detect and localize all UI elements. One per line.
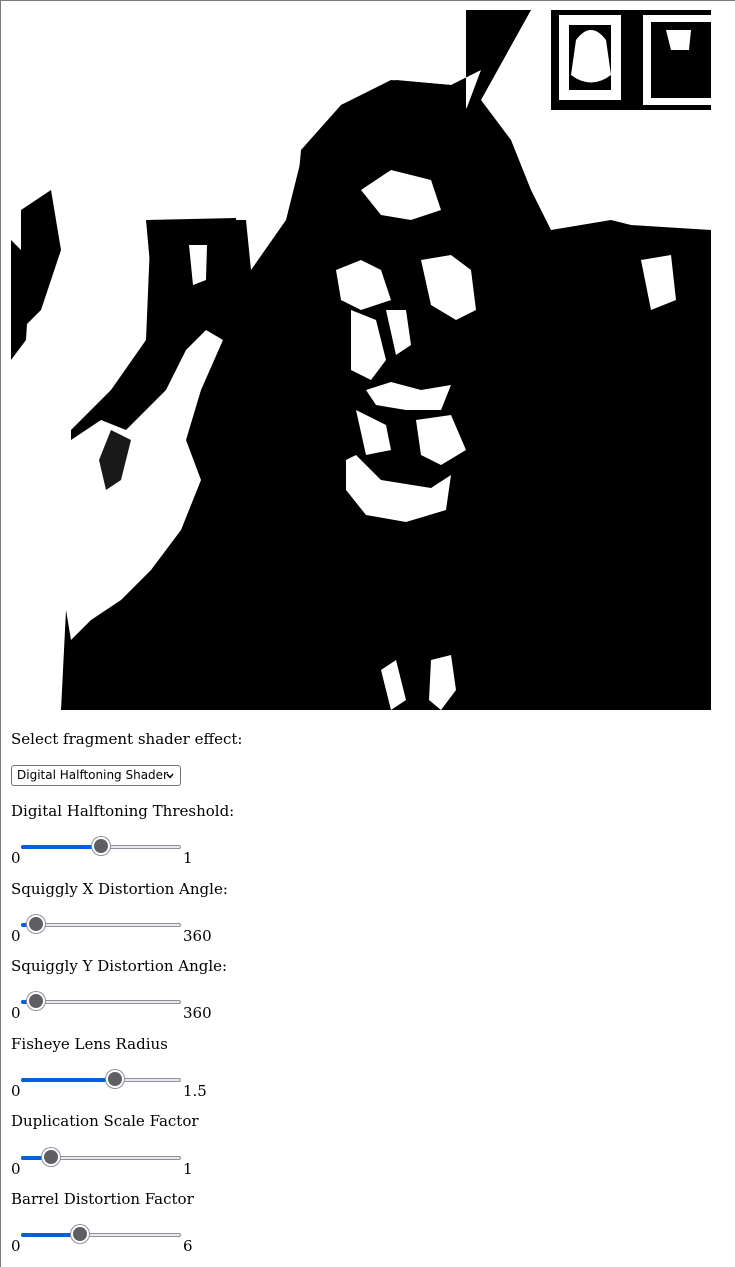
- slider-min-value: 0: [11, 1004, 21, 1022]
- slider-min-value: 0: [11, 849, 21, 867]
- duplication-scale-slider-thumb[interactable]: [42, 1148, 61, 1166]
- window-border-left: [0, 0, 1, 1267]
- slider-track[interactable]: [21, 923, 181, 927]
- barrel-distortion-label: Barrel Distortion Factor: [11, 1190, 194, 1208]
- barrel-distortion-slider-thumb[interactable]: [70, 1225, 89, 1243]
- fisheye-radius-slider-thumb[interactable]: [106, 1070, 125, 1088]
- slider-max-value: 360: [183, 1004, 212, 1022]
- shader-select-value: Digital Halftoning Shader: [17, 768, 168, 782]
- slider-min-value: 0: [11, 1160, 21, 1178]
- slider-max-value: 360: [183, 927, 212, 945]
- halftone-threshold-label: Digital Halftoning Threshold:: [11, 802, 235, 820]
- fisheye-radius-label: Fisheye Lens Radius: [11, 1035, 168, 1053]
- chevron-down-icon: [166, 773, 174, 779]
- window-border-top: [0, 0, 735, 1]
- shader-select-label: Select fragment shader effect:: [11, 730, 243, 748]
- squiggly-x-angle-slider-row: 0 360: [11, 915, 241, 946]
- duplication-scale-slider-row: 0 1: [11, 1148, 241, 1179]
- slider-fill: [21, 1078, 116, 1082]
- squiggly-y-angle-label: Squiggly Y Distortion Angle:: [11, 957, 228, 975]
- halftone-threshold-slider-thumb[interactable]: [92, 837, 110, 855]
- slider-max-value: 1: [183, 1160, 193, 1178]
- squiggly-y-angle-slider-row: 0 360: [11, 992, 241, 1023]
- shader-effect-select[interactable]: Digital Halftoning Shader: [11, 765, 181, 786]
- squiggly-x-angle-slider-thumb[interactable]: [26, 915, 45, 933]
- barrel-distortion-slider-row: 0 6: [11, 1225, 241, 1256]
- slider-max-value: 1.5: [183, 1082, 207, 1100]
- slider-min-value: 0: [11, 1082, 21, 1100]
- slider-min-value: 0: [11, 927, 21, 945]
- halftone-webcam-image: [11, 10, 711, 710]
- squiggly-x-angle-label: Squiggly X Distortion Angle:: [11, 880, 228, 898]
- duplication-scale-label: Duplication Scale Factor: [11, 1112, 199, 1130]
- fisheye-radius-slider-row: 0 1.5: [11, 1070, 241, 1101]
- shader-canvas: [11, 10, 711, 710]
- slider-max-value: 6: [183, 1237, 193, 1255]
- halftone-threshold-slider-row: 0 1: [11, 837, 241, 868]
- squiggly-y-angle-slider-thumb[interactable]: [27, 992, 46, 1010]
- slider-min-value: 0: [11, 1237, 21, 1255]
- slider-fill: [21, 845, 101, 849]
- slider-max-value: 1: [183, 849, 193, 867]
